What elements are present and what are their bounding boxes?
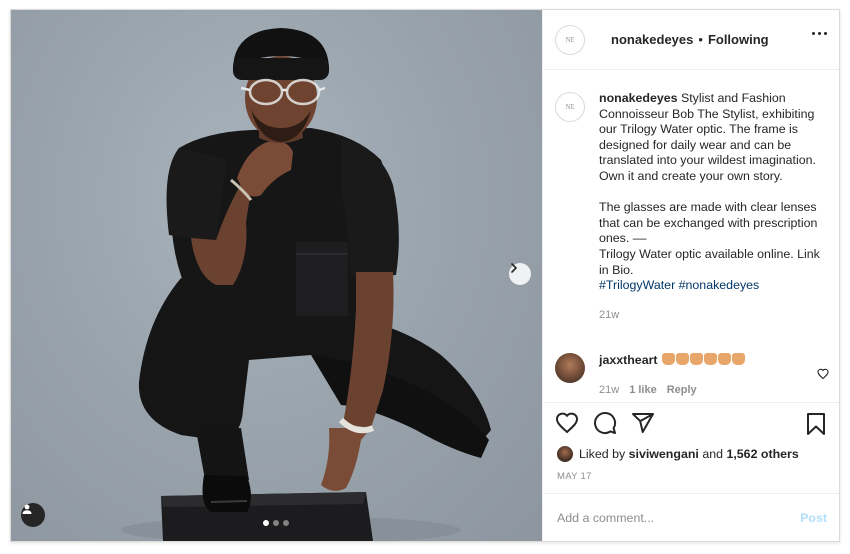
clap-emoji-icon xyxy=(676,353,689,365)
like-button[interactable] xyxy=(555,411,579,440)
clap-emoji-icon xyxy=(704,353,717,365)
post-header: NE nonakedeyes • Following xyxy=(543,10,839,70)
comment-like-button[interactable] xyxy=(817,367,829,385)
caption-content: Stylist and Fashion Connoisseur Bob The … xyxy=(599,91,820,277)
comment-reply-button[interactable]: Reply xyxy=(667,384,697,396)
account-avatar[interactable]: NE xyxy=(555,24,585,55)
caption-text: nonakedeyes Stylist and Fashion Connoiss… xyxy=(599,91,831,278)
clap-emoji-icon xyxy=(718,353,731,365)
comments-section[interactable]: NE nonakedeyes Stylist and Fashion Conno… xyxy=(543,71,839,401)
next-slide-button[interactable] xyxy=(509,263,531,285)
comment-item: jaxxtheart 21w 1 like Reply xyxy=(555,353,835,396)
more-options-button[interactable] xyxy=(812,32,827,35)
header-username[interactable]: nonakedeyes xyxy=(611,32,693,47)
comment-text: jaxxtheart xyxy=(599,353,745,367)
post-date[interactable]: MAY 17 xyxy=(557,471,592,482)
user-tag-icon xyxy=(22,504,32,514)
post-side-panel: NE nonakedeyes • Following NE nonakedeye… xyxy=(542,10,839,541)
comment-likes[interactable]: 1 like xyxy=(629,384,657,396)
comment-button[interactable] xyxy=(593,411,617,440)
more-icon xyxy=(812,32,815,35)
clap-emoji-icon xyxy=(732,353,745,365)
commenter-avatar[interactable] xyxy=(555,353,585,383)
save-button[interactable] xyxy=(805,412,827,441)
likes-and: and xyxy=(702,447,723,461)
clap-emoji-icon xyxy=(690,353,703,365)
caption-username[interactable]: nonakedeyes xyxy=(599,91,678,105)
caption-timestamp[interactable]: 21w xyxy=(599,308,831,324)
comment-username[interactable]: jaxxtheart xyxy=(599,353,658,367)
comment-body: jaxxtheart 21w 1 like Reply xyxy=(599,353,745,396)
likes-summary: Liked by siviwengani and 1,562 others xyxy=(557,446,799,462)
post-caption: NE nonakedeyes Stylist and Fashion Conno… xyxy=(555,91,831,323)
share-button[interactable] xyxy=(631,411,655,440)
user-tag-button[interactable] xyxy=(21,503,45,527)
heart-icon xyxy=(817,368,829,380)
following-button[interactable]: Following xyxy=(708,32,769,47)
comment-icon xyxy=(594,412,617,434)
chevron-right-icon xyxy=(511,263,518,273)
carousel-dot xyxy=(273,520,279,526)
carousel-indicator xyxy=(263,520,289,526)
post-comment-button[interactable]: Post xyxy=(800,511,827,525)
logo-text: NE xyxy=(565,103,575,111)
likes-prefix: Liked by xyxy=(579,447,626,461)
clapping-emoji-group xyxy=(661,353,745,367)
likes-text: Liked by siviwengani and 1,562 others xyxy=(579,447,799,461)
carousel-dot-active xyxy=(263,520,269,526)
share-icon xyxy=(632,413,654,433)
caption-avatar[interactable]: NE xyxy=(555,92,585,122)
bookmark-icon xyxy=(807,413,825,435)
action-icons xyxy=(555,411,655,440)
more-icon-dot xyxy=(824,32,827,35)
comment-input[interactable] xyxy=(557,510,801,525)
logo-text: NE xyxy=(565,35,575,44)
likes-others[interactable]: 1,562 others xyxy=(726,447,798,461)
more-icon-dot xyxy=(818,32,821,35)
heart-icon xyxy=(555,412,579,434)
liker-avatar[interactable] xyxy=(557,446,573,462)
header-separator: • xyxy=(698,32,703,47)
clap-emoji-icon xyxy=(662,353,675,365)
add-comment-bar: Post xyxy=(543,493,839,541)
comment-meta: 21w 1 like Reply xyxy=(599,384,745,396)
post-photo[interactable] xyxy=(11,10,542,541)
caption-body: nonakedeyes Stylist and Fashion Connoiss… xyxy=(599,91,831,323)
caption-hashtags[interactable]: #TrilogyWater #nonakedeyes xyxy=(599,278,831,294)
carousel-dot xyxy=(283,520,289,526)
post-modal: NE nonakedeyes • Following NE nonakedeye… xyxy=(10,9,840,542)
post-actions: Liked by siviwengani and 1,562 others MA… xyxy=(543,402,839,492)
likes-user[interactable]: siviwengani xyxy=(629,447,699,461)
comment-time: 21w xyxy=(599,384,620,396)
photo-illustration xyxy=(121,28,492,541)
